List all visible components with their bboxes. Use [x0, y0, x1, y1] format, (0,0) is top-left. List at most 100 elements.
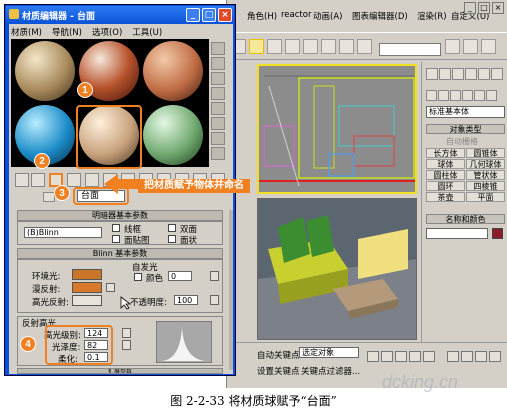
self-illum-value[interactable]: 0: [168, 271, 192, 281]
spec-level-map-button[interactable]: [122, 328, 131, 338]
self-illum-color-checkbox[interactable]: [134, 273, 142, 281]
faceted-checkbox[interactable]: [168, 235, 176, 243]
ambient-swatch[interactable]: [72, 269, 102, 280]
sample-slot-3[interactable]: [143, 41, 203, 101]
motion-tab-icon[interactable]: [465, 68, 477, 80]
shader-basic-rollout[interactable]: 明暗器基本参数: [17, 210, 223, 221]
hierarchy-tab-icon[interactable]: [452, 68, 464, 80]
viewport-top[interactable]: [257, 64, 417, 194]
material-editor-titlebar[interactable]: 材质编辑器 - 台面 _ □ ×: [6, 6, 234, 24]
object-type-rollout[interactable]: 对象类型: [426, 124, 505, 134]
make-preview-icon[interactable]: [211, 117, 225, 130]
options-icon[interactable]: [211, 132, 225, 145]
goto-end-icon[interactable]: [423, 351, 435, 362]
menu-reactor[interactable]: reactor: [281, 10, 311, 20]
shapes-icon[interactable]: [438, 90, 449, 101]
sphere-button[interactable]: 球体: [426, 159, 465, 169]
menu-animation[interactable]: 动画(A): [313, 10, 342, 22]
reset-map-icon[interactable]: [67, 173, 81, 187]
helpers-icon[interactable]: [474, 90, 485, 101]
background-icon[interactable]: [211, 72, 225, 85]
menu-utilities[interactable]: 工具(U): [132, 26, 162, 38]
get-material-icon[interactable]: [15, 173, 29, 187]
opacity-value[interactable]: 100: [174, 295, 198, 305]
play-icon[interactable]: [395, 351, 407, 362]
shader-type-dropdown[interactable]: (B)Blinn: [24, 227, 102, 238]
curve-editor-icon[interactable]: [445, 39, 460, 54]
diffuse-swatch[interactable]: [72, 282, 102, 293]
box-button[interactable]: 长方体: [426, 148, 465, 158]
maximize-icon[interactable]: □: [478, 2, 490, 14]
prev-frame-icon[interactable]: [381, 351, 393, 362]
cameras-icon[interactable]: [462, 90, 473, 101]
put-to-scene-icon[interactable]: [31, 173, 45, 187]
schematic-icon[interactable]: [463, 39, 478, 54]
menu-render[interactable]: 渲染(R): [417, 10, 447, 22]
uv-tiling-icon[interactable]: [211, 87, 225, 100]
object-color-swatch[interactable]: [492, 228, 503, 239]
selected-dropdown[interactable]: 选定对象: [299, 347, 359, 358]
glossiness-map-button[interactable]: [122, 340, 131, 350]
menu-character[interactable]: 角色(H): [247, 10, 277, 22]
name-color-rollout[interactable]: 名称和颜色: [426, 214, 505, 224]
orbit-icon[interactable]: [489, 351, 501, 362]
edit-named-icon[interactable]: [321, 39, 336, 54]
angle-snap-icon[interactable]: [267, 39, 282, 54]
menu-options[interactable]: 选项(O): [92, 26, 122, 38]
plane-button[interactable]: 平面: [466, 192, 505, 202]
primitive-type-dropdown[interactable]: 标准基本体: [426, 106, 505, 118]
torus-button[interactable]: 圆环: [426, 181, 465, 191]
zoom-icon[interactable]: [447, 351, 459, 362]
create-tab-icon[interactable]: [426, 68, 438, 80]
opacity-map-button[interactable]: [210, 295, 219, 305]
sample-type-icon[interactable]: [211, 42, 225, 55]
align-icon[interactable]: [357, 39, 372, 54]
copy-material-icon[interactable]: [85, 173, 99, 187]
video-check-icon[interactable]: [211, 102, 225, 115]
menu-navigation[interactable]: 导航(N): [52, 26, 82, 38]
close-icon[interactable]: ×: [492, 2, 504, 14]
goto-start-icon[interactable]: [367, 351, 379, 362]
menu-material[interactable]: 材质(M): [11, 26, 42, 38]
autokey-label[interactable]: 自动关键点: [257, 349, 300, 361]
mirror-icon[interactable]: [339, 39, 354, 54]
sample-slot-1[interactable]: [15, 41, 75, 101]
two-sided-checkbox[interactable]: [168, 224, 176, 232]
panel-scrollbar[interactable]: [229, 210, 233, 370]
render-setup-icon[interactable]: [481, 39, 496, 54]
next-frame-icon[interactable]: [409, 351, 421, 362]
cone-button[interactable]: 圆锥体: [466, 148, 505, 158]
minimize-icon[interactable]: _: [464, 2, 476, 14]
teapot-button[interactable]: 茶壶: [426, 192, 465, 202]
extended-params-rollout[interactable]: 扩展参数: [17, 368, 223, 374]
setkey-label[interactable]: 设置关键点: [257, 365, 300, 377]
select-by-material-icon[interactable]: [211, 147, 225, 160]
lights-icon[interactable]: [450, 90, 461, 101]
keyfilter-label[interactable]: 关键点过滤器...: [301, 365, 360, 377]
blinn-basic-rollout[interactable]: Blinn 基本参数: [17, 248, 223, 259]
percent-snap-icon[interactable]: [285, 39, 300, 54]
face-map-checkbox[interactable]: [112, 235, 120, 243]
utilities-tab-icon[interactable]: [491, 68, 503, 80]
minimize-icon[interactable]: _: [186, 8, 200, 22]
pyramid-button[interactable]: 四棱锥: [466, 181, 505, 191]
backlight-icon[interactable]: [211, 57, 225, 70]
spacewarps-icon[interactable]: [486, 90, 497, 101]
zoom-all-icon[interactable]: [461, 351, 473, 362]
named-selection-dropdown[interactable]: [379, 43, 441, 56]
menu-graph-editor[interactable]: 图表编辑器(D): [352, 10, 408, 22]
wire-checkbox[interactable]: [112, 224, 120, 232]
cylinder-button[interactable]: 圆柱体: [426, 170, 465, 180]
geosphere-button[interactable]: 几何球体: [466, 159, 505, 169]
display-tab-icon[interactable]: [478, 68, 490, 80]
self-illum-map-button[interactable]: [210, 271, 219, 281]
snap-icon[interactable]: [249, 39, 264, 54]
modify-tab-icon[interactable]: [439, 68, 451, 80]
tube-button[interactable]: 管状体: [466, 170, 505, 180]
object-name-field[interactable]: [426, 228, 488, 239]
maximize-icon[interactable]: □: [202, 8, 216, 22]
viewport-perspective[interactable]: [257, 198, 417, 340]
diffuse-map-button[interactable]: [106, 283, 115, 292]
pan-icon[interactable]: [475, 351, 487, 362]
sample-slot-6[interactable]: [143, 105, 203, 165]
